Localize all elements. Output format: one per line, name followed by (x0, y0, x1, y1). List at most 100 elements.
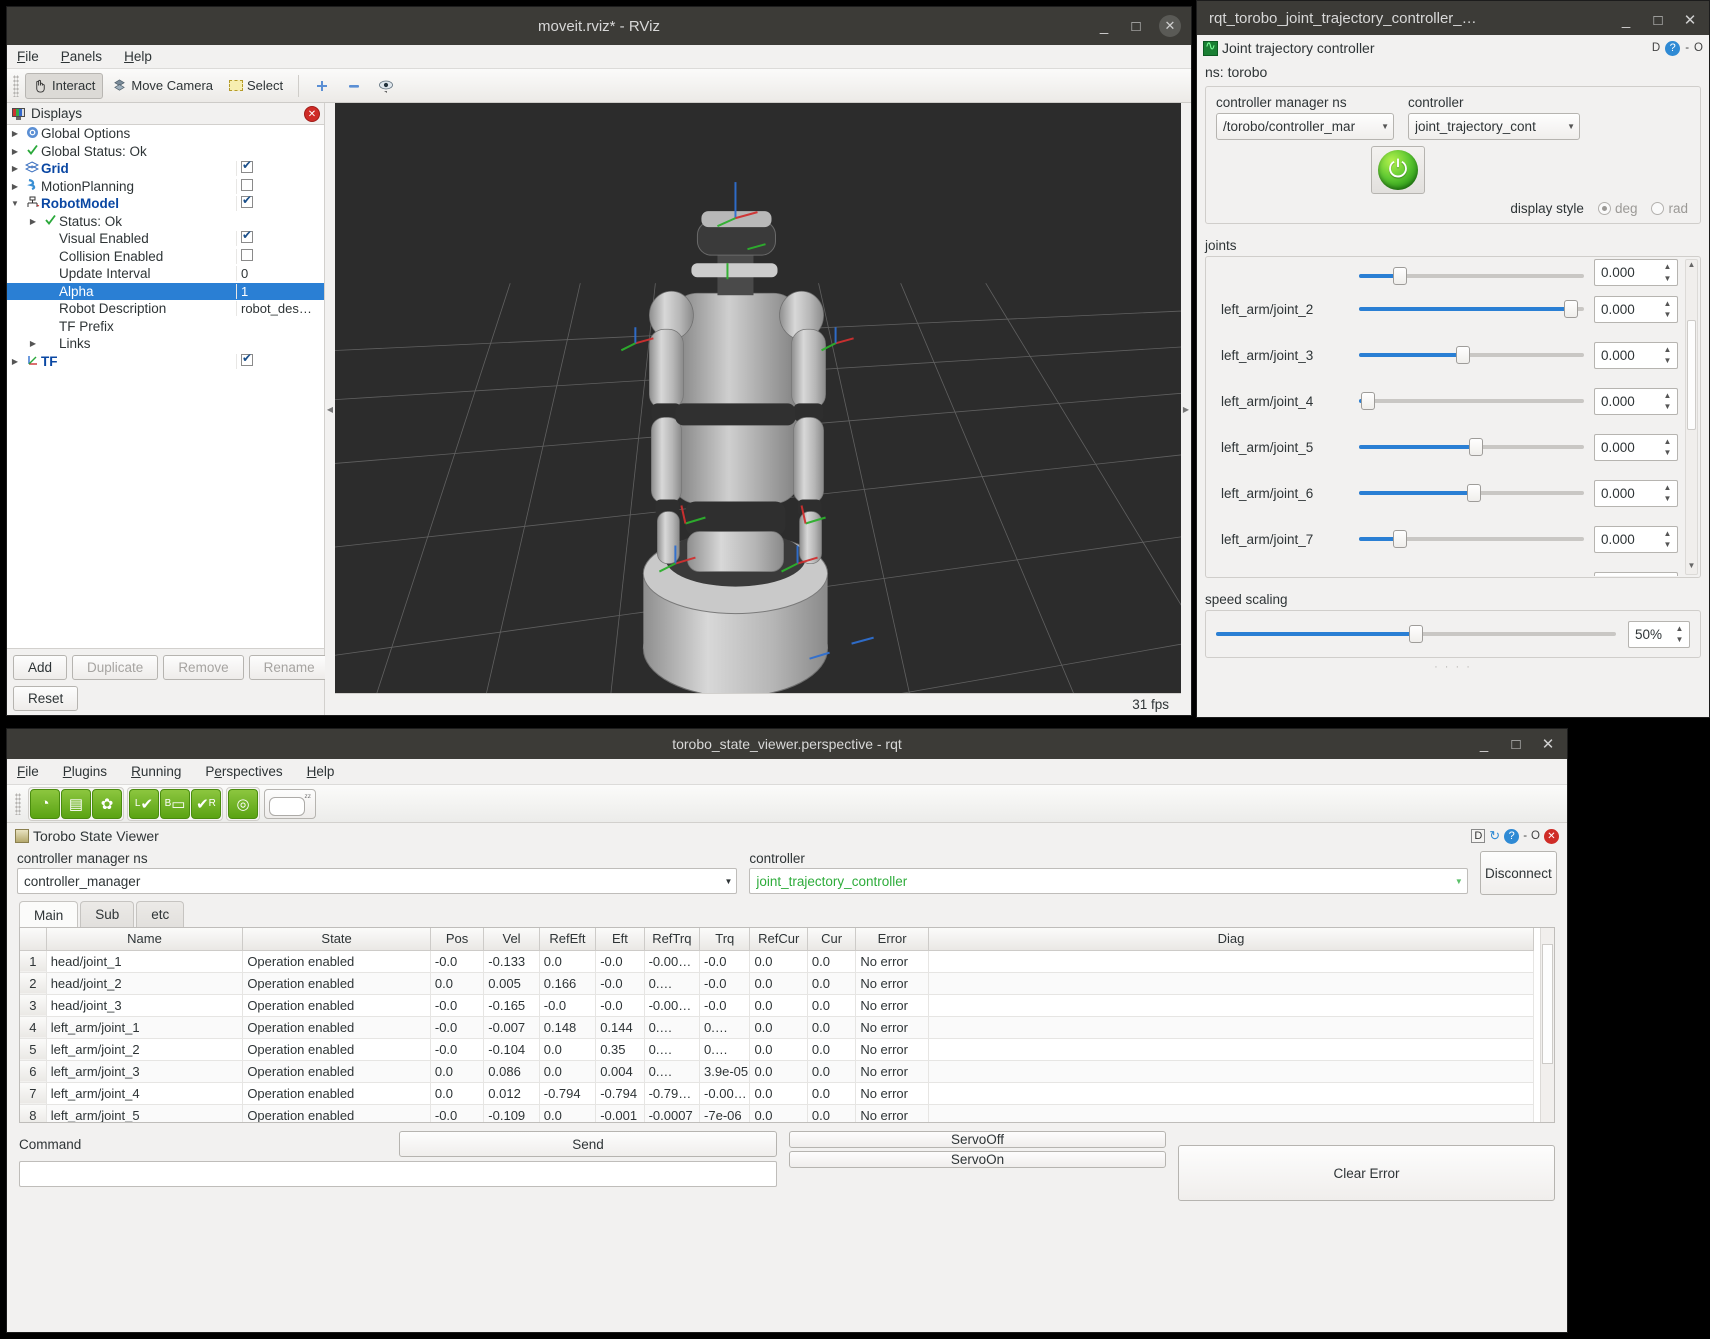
list-icon[interactable]: ▤ (61, 788, 91, 819)
menu-perspectives[interactable]: Perspectives (205, 764, 282, 779)
display-tree-row[interactable]: ▶ Global Options (7, 125, 324, 143)
table-column-header[interactable]: Trq (699, 928, 751, 951)
tab-main[interactable]: Main (19, 901, 79, 929)
spin-arrows-icon[interactable]: ▲▼ (1660, 528, 1675, 551)
spin-arrows-icon[interactable]: ▲▼ (1660, 482, 1675, 505)
display-tree-value[interactable] (236, 231, 324, 247)
controller-combo[interactable]: joint_trajectory_cont ▼ (1408, 113, 1580, 140)
table-column-header[interactable]: State (242, 928, 431, 951)
slider-knob[interactable] (1392, 530, 1407, 548)
table-column-header[interactable]: RefTrq (644, 928, 701, 951)
refresh-icon[interactable]: ↻ (1489, 828, 1500, 844)
menu-plugins[interactable]: Plugins (63, 764, 107, 779)
menu-help[interactable]: Help (307, 764, 335, 779)
table-row[interactable]: 3 head/joint_3 Operation enabled -0.0 -0.165… (20, 994, 1535, 1017)
spin-arrows-icon[interactable]: ▲▼ (1660, 298, 1675, 321)
table-scrollbar[interactable] (1540, 928, 1554, 1122)
target-icon[interactable]: ◎ (228, 788, 258, 819)
dock-badge[interactable]: D (1471, 829, 1486, 843)
joint-slider[interactable] (1359, 575, 1584, 576)
r-joint-icon[interactable]: ✔ R (191, 788, 221, 819)
table-row[interactable]: 7 left_arm/joint_4 Operation enabled 0.0 0.0… (20, 1082, 1535, 1105)
scrollbar-thumb[interactable] (1542, 944, 1553, 1064)
radio-rad[interactable]: rad (1651, 201, 1688, 216)
display-tree-row[interactable]: Update Interval 0 (7, 265, 324, 283)
table-column-header[interactable]: RefCur (749, 928, 808, 951)
joint-slider[interactable] (1359, 391, 1584, 411)
table-column-header[interactable]: Diag (928, 928, 1535, 951)
slider-knob[interactable] (1455, 346, 1470, 364)
sv-controller-combo[interactable]: joint_trajectory_controller ▼ (749, 868, 1468, 894)
display-tree-row[interactable]: ▶ Status: Ok (7, 213, 324, 231)
command-input[interactable] (19, 1161, 777, 1187)
displays-close-icon[interactable]: ✕ (304, 105, 320, 122)
cm-ns-combo[interactable]: /torobo/controller_mar ▼ (1216, 113, 1394, 140)
menu-help[interactable]: Help (124, 49, 152, 64)
slider-knob[interactable] (1563, 300, 1578, 318)
checkbox[interactable] (241, 178, 253, 191)
spin-arrows-icon[interactable]: ▲▼ (1660, 261, 1675, 284)
display-tree-value[interactable] (236, 196, 324, 212)
tool-move-camera[interactable]: Move Camera (105, 73, 220, 99)
sv-cm-ns-combo[interactable]: controller_manager ▼ (17, 868, 738, 894)
joint-slider[interactable] (1359, 483, 1584, 503)
radio-deg[interactable]: deg (1597, 201, 1637, 216)
disconnect-button[interactable]: Disconnect (1479, 851, 1557, 895)
scrollbar-thumb[interactable] (1687, 320, 1696, 430)
sv-tabs[interactable]: Main Sub etc (19, 901, 1567, 929)
displays-tree[interactable]: ▶ Global Options ▶ Global Status: Ok ▶ Grid ▶ M… (7, 125, 324, 648)
table-column-header[interactable]: RefEft (539, 928, 597, 951)
table-column-header[interactable]: Name (46, 928, 244, 951)
joints-list[interactable]: 0.000 ▲ ▼ left_arm/joint_2 0.000 ▲ ▼ left_arm/j… (1207, 258, 1684, 576)
chevron-right-icon[interactable]: ▶ (25, 217, 41, 226)
joint-slider[interactable] (1359, 529, 1584, 549)
joints-scrollbar[interactable]: ▲ ▼ (1685, 259, 1698, 575)
checkbox[interactable] (241, 353, 253, 366)
minimize-icon[interactable]: _ (1475, 736, 1493, 753)
reset-button[interactable]: Reset (13, 686, 79, 711)
chevron-right-icon[interactable]: ▶ (7, 147, 23, 156)
close-icon[interactable]: ✕ (1539, 735, 1557, 753)
scroll-down-icon[interactable]: ▼ (1686, 561, 1697, 574)
enable-controller-button[interactable] (1371, 146, 1425, 194)
help-icon[interactable]: ? (1504, 828, 1520, 844)
display-tree-value[interactable]: 0 (236, 266, 324, 282)
display-tree-row[interactable]: ▶ MotionPlanning (7, 178, 324, 196)
joint-slider[interactable] (1359, 266, 1584, 286)
sleep-icon[interactable]: ᶻᶻ (264, 788, 316, 819)
send-button[interactable]: Send (399, 1131, 777, 1157)
table-row[interactable]: 4 left_arm/joint_1 Operation enabled -0.0 -0… (20, 1016, 1535, 1039)
slider-knob[interactable] (1361, 392, 1375, 410)
toolbar-grip[interactable] (15, 792, 21, 815)
close-icon[interactable]: ✕ (1544, 828, 1559, 844)
clear-error-button[interactable]: Clear Error (1177, 1145, 1555, 1201)
display-tree-value[interactable] (236, 178, 324, 194)
minimize-icon[interactable]: - (1685, 42, 1689, 54)
display-tree-row[interactable]: ▶ Links (7, 335, 324, 353)
checkbox[interactable] (241, 196, 253, 209)
help-icon[interactable]: ? (1665, 40, 1681, 56)
chevron-right-icon[interactable]: ▶ (25, 339, 41, 348)
slider-knob[interactable] (1392, 267, 1407, 285)
joint-value-spinbox[interactable]: 0.000 ▲ ▼ (1594, 525, 1678, 553)
joint-value-spinbox[interactable]: 0.000 ▲ ▼ (1594, 479, 1678, 507)
joint-value-spinbox[interactable]: 0.000 ▲ ▼ (1594, 433, 1678, 461)
b-joint-icon[interactable]: B ▭ (160, 788, 190, 819)
close-icon[interactable]: ✕ (1681, 11, 1699, 29)
slider-knob[interactable] (1409, 625, 1423, 643)
panel-collapse-handle-right[interactable]: ▶ (1181, 103, 1191, 715)
joint-value-spinbox[interactable]: 0.001▲▼ (1594, 571, 1678, 576)
maximize-icon[interactable]: □ (1649, 12, 1667, 29)
tool-view-options[interactable] (371, 73, 403, 99)
servo-off-button[interactable]: ServoOff (788, 1131, 1166, 1148)
3d-viewport[interactable] (335, 103, 1181, 693)
scroll-up-icon[interactable]: ▲ (1686, 260, 1697, 273)
speed-scaling-spinbox[interactable]: 50% ▲ ▼ (1628, 620, 1690, 648)
display-tree-row[interactable]: TF Prefix (7, 318, 324, 336)
display-tree-row[interactable]: Collision Enabled (7, 248, 324, 266)
chevron-right-icon[interactable]: ▶ (7, 129, 23, 138)
display-tree-value[interactable]: robot_des… (236, 301, 324, 317)
table-body[interactable]: 1 head/joint_1 Operation enabled -0.0 -0.133… (20, 950, 1535, 1122)
spin-arrows-icon[interactable]: ▲▼ (1660, 436, 1675, 459)
table-row[interactable]: 2 head/joint_2 Operation enabled 0.0 0.005 0.… (20, 972, 1535, 995)
